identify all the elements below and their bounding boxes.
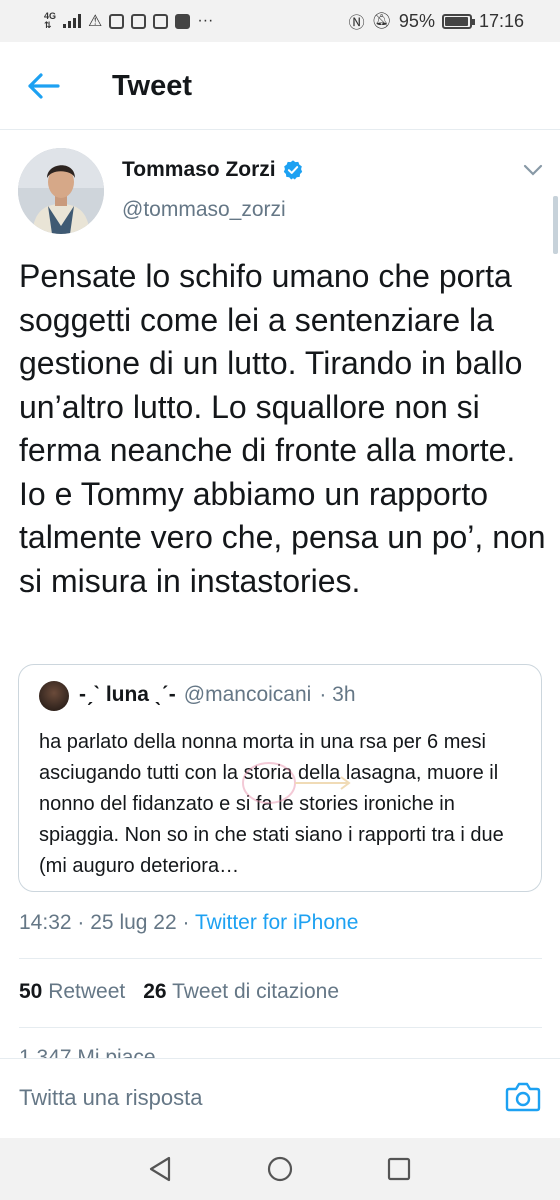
scrollbar[interactable]	[553, 196, 558, 254]
app-header: Tweet	[0, 42, 560, 130]
author-handle[interactable]: @tommaso_zorzi	[122, 198, 286, 222]
divider	[19, 1027, 542, 1028]
quotes-count: 26	[143, 980, 167, 1003]
quoted-author-name: -ˏˋ luna ˎˊ-	[79, 683, 176, 706]
tweet-text: Pensate lo schifo umano che porta sogget…	[19, 258, 546, 599]
network-type: 4G ⇅	[44, 12, 56, 30]
meta-separator: ·	[77, 911, 85, 934]
battery-percent: 95%	[398, 10, 435, 31]
instagram-icon	[109, 13, 125, 29]
status-bar-left: 4G ⇅ ⚠ ···	[44, 11, 213, 31]
reply-input[interactable]: Twitta una risposta	[19, 1085, 202, 1111]
camera-icon[interactable]	[505, 1081, 541, 1113]
instagram-icon	[131, 13, 147, 29]
quoted-time: · 3h	[319, 683, 356, 706]
clock: 17:16	[478, 10, 524, 31]
status-bar-right: Ⓝ 🔕︎ 95% 17:16	[349, 9, 524, 33]
author-name[interactable]: Tommaso Zorzi	[122, 158, 304, 182]
recents-nav-icon[interactable]	[384, 1154, 414, 1184]
tweet-meta: 14:32 · 25 lug 22 · Twitter for iPhone	[19, 911, 358, 935]
meta-separator: ·	[182, 911, 190, 934]
network-arrows: ⇅	[44, 20, 52, 30]
huawei-icon	[175, 13, 191, 29]
quoted-author-handle: @mancoicani	[183, 683, 312, 706]
retweets-count: 50	[19, 980, 43, 1003]
quoted-tweet[interactable]: -ˏˋ luna ˎˊ- @mancoicani · 3h ha parlato…	[18, 664, 542, 892]
quotes-stat[interactable]: 26 Tweet di citazione	[143, 980, 339, 1004]
status-bar: 4G ⇅ ⚠ ··· Ⓝ 🔕︎ 95% 17:16	[0, 0, 560, 42]
divider	[19, 958, 542, 959]
nfc-icon: Ⓝ	[348, 15, 365, 32]
home-nav-icon[interactable]	[265, 1154, 295, 1184]
likes-text: 1.347 Mi piace	[19, 1046, 156, 1058]
back-nav-icon[interactable]	[145, 1154, 175, 1184]
retweets-stat[interactable]: 50 Retweet	[19, 980, 125, 1004]
reply-bar: Twitta una risposta	[0, 1058, 560, 1138]
chevron-down-icon[interactable]	[522, 162, 544, 178]
avatar-image	[18, 148, 104, 234]
signal-icon	[63, 14, 82, 28]
tweet-stats: 50 Retweet 26 Tweet di citazione	[19, 980, 339, 1004]
tweet-date: 25 lug 22	[90, 911, 177, 934]
watermark-icon	[242, 762, 351, 804]
instagram-icon	[153, 13, 169, 29]
likes-stat[interactable]: 1.347 Mi piace	[19, 1046, 219, 1058]
verified-badge-icon	[283, 160, 302, 180]
battery-icon	[441, 13, 475, 29]
back-arrow-icon[interactable]	[26, 72, 60, 100]
quoted-header: -ˏˋ luna ˎˊ- @mancoicani · 3h	[79, 683, 356, 707]
mute-icon: 🔕︎	[371, 13, 392, 30]
author-name-text: Tommaso Zorzi	[122, 158, 276, 181]
quoted-avatar	[39, 681, 69, 711]
warning-icon: ⚠	[88, 13, 103, 30]
quotes-label: Tweet di citazione	[172, 980, 340, 1003]
tweet-time: 14:32	[19, 911, 72, 934]
avatar[interactable]	[18, 148, 104, 234]
page-title: Tweet	[112, 70, 193, 102]
retweets-label: Retweet	[48, 980, 126, 1003]
tweet-source-link[interactable]: Twitter for iPhone	[195, 911, 358, 934]
system-nav-bar	[0, 1138, 560, 1200]
more-icon: ···	[197, 12, 214, 29]
